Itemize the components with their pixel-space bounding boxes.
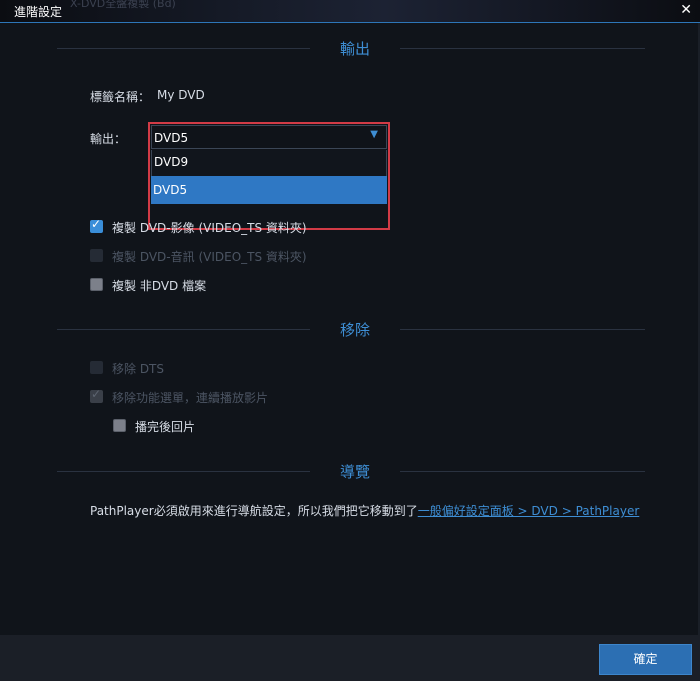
option-label-remove-menu: 移除功能選單，連續播放影片 xyxy=(112,391,269,405)
section-title-output: 輸出 xyxy=(339,40,370,58)
divider xyxy=(400,48,645,49)
section-title-navigation: 導覽 xyxy=(339,463,370,481)
navigation-note-text: PathPlayer必須啟用來進行導航設定，所以我們把它移動到了 xyxy=(90,504,418,518)
section-header-remove: 移除 xyxy=(0,319,700,339)
label-name-label: 標籤名稱： xyxy=(90,90,151,104)
checkbox-remove-menu xyxy=(90,387,103,403)
ok-button[interactable]: 確定 xyxy=(599,644,692,675)
divider xyxy=(400,471,645,472)
section-title-remove: 移除 xyxy=(339,321,370,339)
preferences-link[interactable]: 一般偏好設定面板 > DVD > PathPlayer xyxy=(418,504,640,518)
dialog-title: 進階設定 xyxy=(14,5,63,19)
title-bar: X-DVD全盤複製 (Bd) 進階設定 ✕ xyxy=(0,0,700,23)
option-label-copy-dvd-audio: 複製 DVD-音訊 (VIDEO_TS 資料夾) xyxy=(112,250,307,264)
close-icon[interactable]: ✕ xyxy=(680,2,692,18)
highlight-box xyxy=(148,122,390,230)
option-label-copy-dvd-video: 複製 DVD-影像 (VIDEO_TS 資料夾) xyxy=(112,221,307,235)
dialog-footer xyxy=(0,635,700,681)
dialog-body: 輸出 標籤名稱： My DVD 輸出： DVD5 ▼ DVD9 DVD5 複製 … xyxy=(0,23,700,635)
label-name-value: My DVD xyxy=(157,88,205,102)
background-app-title: X-DVD全盤複製 (Bd) xyxy=(70,0,176,10)
navigation-note: PathPlayer必須啟用來進行導航設定，所以我們把它移動到了一般偏好設定面板… xyxy=(90,502,639,519)
option-label-copy-non-dvd: 複製 非DVD 檔案 xyxy=(112,279,207,293)
option-label-rewind-after-play: 播完後回片 xyxy=(135,420,196,434)
section-header-output: 輸出 xyxy=(0,38,700,58)
checkbox-rewind-after-play[interactable] xyxy=(113,419,126,432)
divider xyxy=(400,329,645,330)
divider xyxy=(57,471,310,472)
checkbox-copy-dvd-audio xyxy=(90,249,103,262)
divider xyxy=(57,329,310,330)
checkbox-remove-dts xyxy=(90,361,103,374)
checkbox-copy-dvd-video[interactable] xyxy=(90,217,103,233)
section-header-navigation: 導覽 xyxy=(0,461,700,481)
output-label: 輸出： xyxy=(90,132,127,146)
checkbox-copy-non-dvd[interactable] xyxy=(90,278,103,291)
divider xyxy=(57,48,310,49)
option-label-remove-dts: 移除 DTS xyxy=(112,362,165,376)
